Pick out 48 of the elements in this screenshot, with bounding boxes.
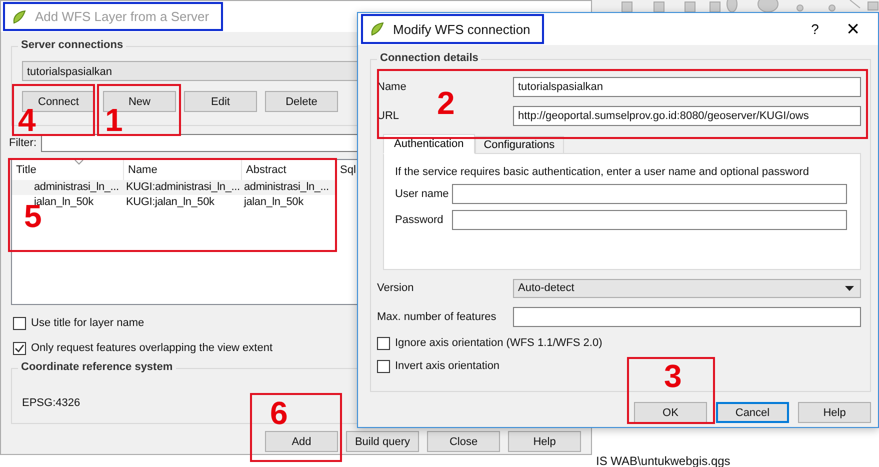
sort-icon: [74, 160, 84, 165]
step-number: 2: [437, 87, 455, 119]
text-field[interactable]: http://geoportal.sumselprov.go.id:8080/geoserver/KUGI/ows: [513, 106, 861, 126]
close-button[interactable]: ×: [834, 14, 872, 44]
field-label: User name: [395, 188, 450, 200]
group-heading: Server connections: [18, 39, 126, 51]
text-field[interactable]: [513, 307, 861, 327]
dialog-button[interactable]: OK: [634, 402, 707, 423]
text-field[interactable]: tutorialspasialkan: [513, 77, 861, 97]
group-heading: Coordinate reference system: [18, 361, 176, 373]
dialog-button[interactable]: Cancel: [716, 402, 789, 423]
filter-label: Filter:: [9, 137, 36, 149]
dialog-button[interactable]: Build query: [346, 431, 419, 452]
checkbox-label: Use title for layer name: [31, 317, 144, 329]
table-cell: administrasi_ln_...: [12, 180, 124, 195]
tab[interactable]: Authentication: [383, 134, 475, 154]
hint-text: If the service requires basic authentication, enter a user name and optional password: [395, 166, 810, 178]
field-label: Version: [377, 282, 415, 294]
window-title: Modify WFS connection: [361, 14, 544, 44]
leaf-icon: [11, 8, 27, 24]
leaf-icon: [369, 21, 385, 37]
text-field[interactable]: [452, 184, 847, 204]
dialog-button[interactable]: Close: [427, 431, 500, 452]
dialog-button[interactable]: Help: [508, 431, 581, 452]
checkbox-label: Invert axis orientation: [395, 360, 500, 372]
checkbox[interactable]: [377, 336, 390, 350]
field-label: Max. number of features: [377, 311, 498, 323]
table-cell: KUGI:administrasi_ln_...: [124, 180, 242, 195]
checkbox-label: Only request features overlapping the view extent: [31, 342, 273, 354]
checkbox[interactable]: [377, 360, 390, 372]
version-dropdown[interactable]: Auto-detect: [513, 278, 861, 298]
connection-button[interactable]: Delete: [265, 91, 338, 112]
checkbox-label: Ignore axis orientation (WFS 1.1/WFS 2.0): [395, 337, 602, 349]
dropdown-arrow-icon: [845, 286, 854, 290]
field-label: Password: [395, 214, 444, 226]
group-heading: Connection details: [377, 52, 482, 64]
checkbox[interactable]: [13, 316, 26, 330]
window-title: Add WFS Layer from a Server: [3, 2, 224, 31]
connection-button[interactable]: Edit: [184, 91, 257, 112]
crs-value: EPSG:4326: [22, 397, 80, 409]
table-cell: administrasi_ln_...: [242, 180, 336, 195]
text-field[interactable]: [452, 210, 847, 230]
step-number: 6: [270, 397, 288, 429]
help-button[interactable]: ?: [796, 14, 834, 44]
step-number: 3: [664, 360, 682, 392]
checkbox[interactable]: [13, 342, 26, 354]
dialog-button[interactable]: Add: [265, 431, 338, 452]
dialog-button[interactable]: Help: [798, 402, 871, 423]
